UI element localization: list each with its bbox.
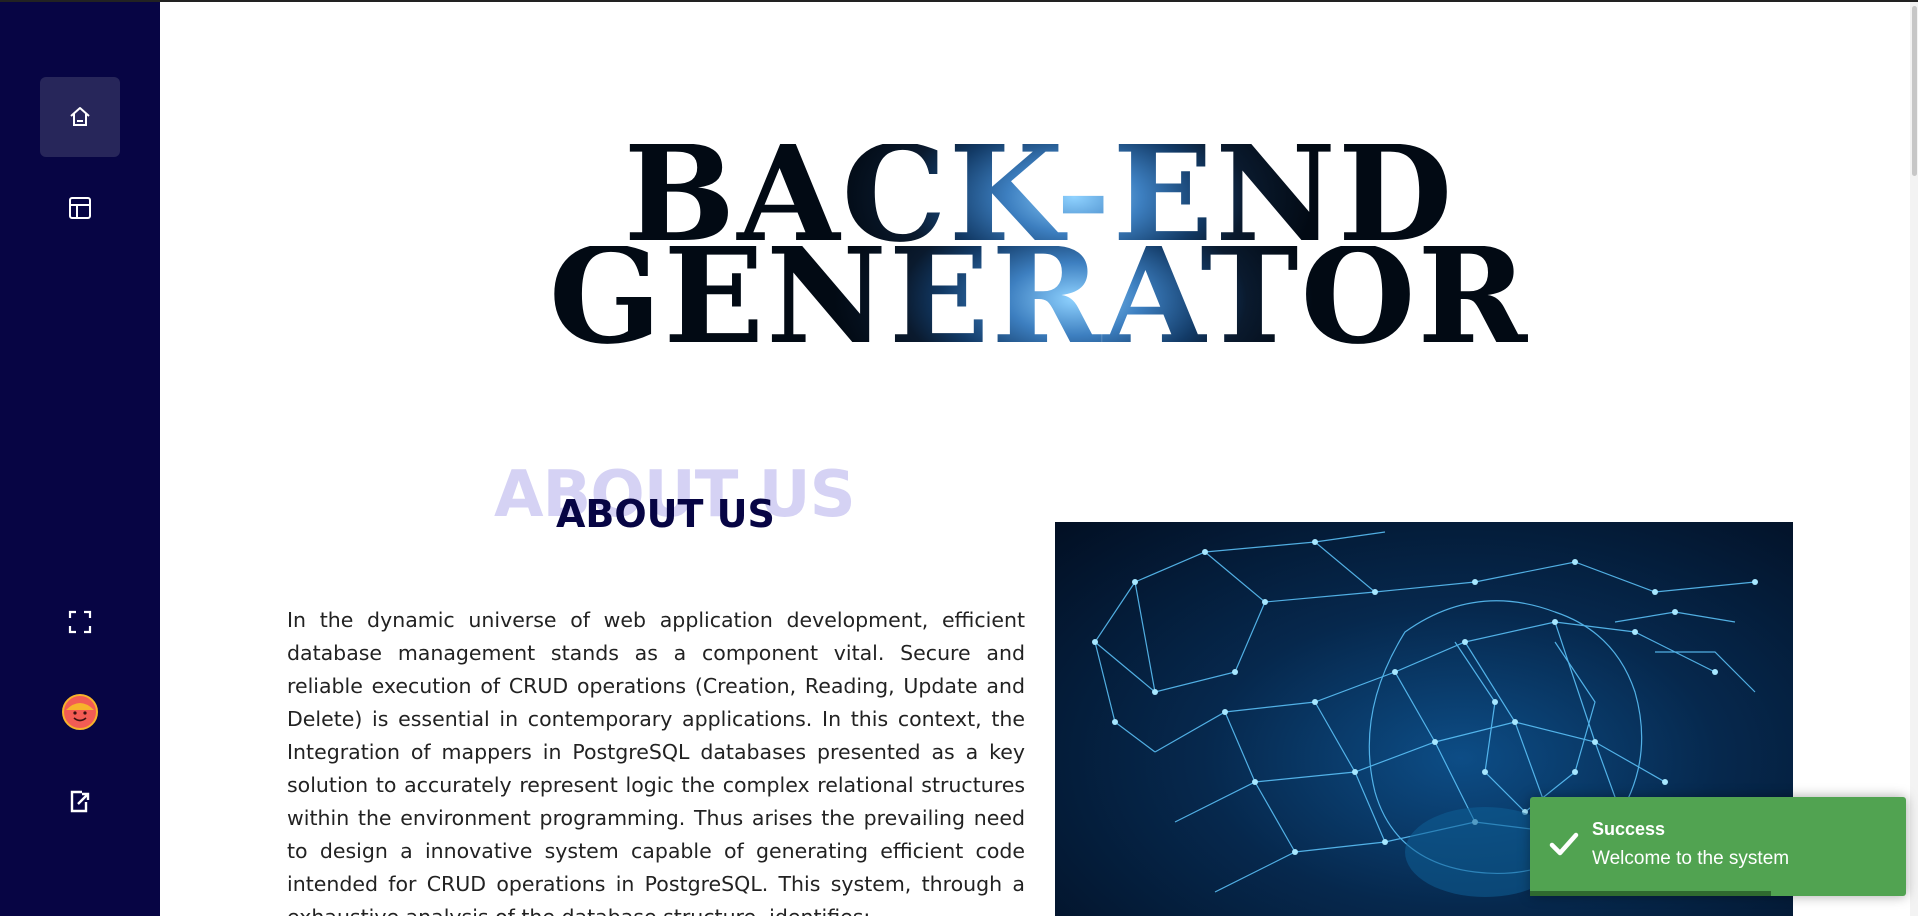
about-paragraph: In the dynamic universe of web applicati…	[287, 608, 1025, 916]
sidebar-item-profile[interactable]	[40, 672, 120, 752]
sidebar-item-fullscreen[interactable]	[40, 582, 120, 662]
sidebar	[0, 2, 160, 916]
logout-icon	[70, 790, 90, 813]
home-icon	[70, 107, 90, 126]
check-icon	[1549, 832, 1579, 856]
about-title: ABOUT US	[556, 492, 775, 536]
success-toast[interactable]: Success Welcome to the system	[1530, 797, 1906, 896]
layout-icon	[69, 197, 91, 219]
sidebar-item-home[interactable]	[40, 77, 120, 157]
scrollbar-thumb[interactable]	[1912, 6, 1917, 176]
toast-title: Success	[1592, 819, 1666, 839]
page-scrollbar[interactable]	[1910, 2, 1918, 916]
fullscreen-icon	[68, 610, 92, 634]
toast-message: Welcome to the system	[1592, 848, 1790, 869]
avatar	[62, 694, 98, 730]
sidebar-item-logout[interactable]	[40, 761, 120, 841]
sidebar-item-layout[interactable]	[40, 168, 120, 248]
hero-title: BACK-END GENERATOR	[160, 122, 1918, 363]
hero-title-line2: GENERATOR	[160, 231, 1918, 363]
toast-progress-bar	[1530, 891, 1771, 896]
